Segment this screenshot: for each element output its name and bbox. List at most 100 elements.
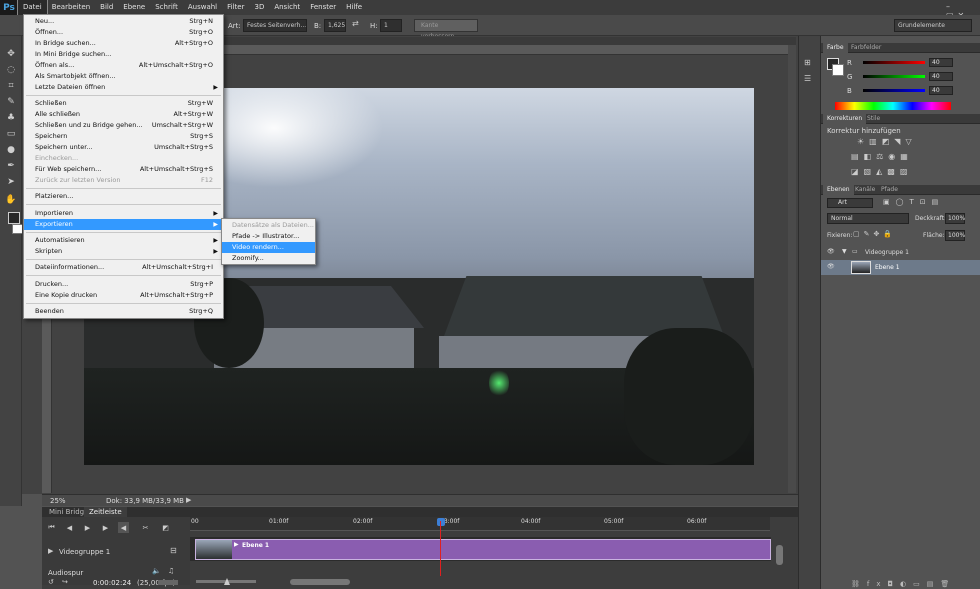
width-input[interactable]: 1,625 <box>324 19 346 32</box>
adjustment-icons-row2[interactable]: ▤◧⚖◉▦ <box>851 152 933 162</box>
submenu-item-paths-illustrator[interactable]: Pfade -> Illustrator... <box>222 231 315 242</box>
tab-channels[interactable]: Kanäle <box>851 185 879 195</box>
tab-styles[interactable]: Stile <box>863 114 884 124</box>
lasso-tool-icon[interactable]: ◌ <box>4 64 18 76</box>
height-input[interactable]: 1 <box>380 19 402 32</box>
blue-slider[interactable] <box>863 89 925 92</box>
adjustment-icons-row3[interactable]: ◪▧◭▩▨ <box>851 167 933 177</box>
blur-tool-icon[interactable]: ● <box>4 144 18 156</box>
opacity-input[interactable]: 100% <box>945 213 965 224</box>
menu-item-browse-mini-bridge[interactable]: In Mini Bridge suchen... <box>24 49 223 60</box>
menu-item-automate[interactable]: Automatisieren ▶ <box>24 235 223 246</box>
play-icon[interactable]: ▶ <box>82 522 93 533</box>
menu-item-new[interactable]: Neu... Strg+N <box>24 16 223 27</box>
convert-icon[interactable]: ↪ <box>62 578 68 586</box>
tab-layers[interactable]: Ebenen <box>823 185 854 195</box>
visibility-eye-icon[interactable]: 👁 <box>827 248 835 255</box>
stamp-tool-icon[interactable]: ♣ <box>4 112 18 124</box>
red-value[interactable]: 40 <box>929 58 953 67</box>
tab-paths[interactable]: Pfade <box>877 185 902 195</box>
mute-icon[interactable]: 🔈 <box>152 567 161 575</box>
menu-auswahl[interactable]: Auswahl <box>183 0 222 15</box>
menu-ansicht[interactable]: Ansicht <box>269 0 305 15</box>
menu-item-import[interactable]: Importieren ▶ <box>24 208 223 219</box>
menu-bearbeiten[interactable]: Bearbeiten <box>47 0 95 15</box>
menu-item-save-for-web[interactable]: Für Web speichern... Alt+Umschalt+Strg+S <box>24 164 223 175</box>
blue-value[interactable]: 40 <box>929 86 953 95</box>
menu-item-open[interactable]: Öffnen... Strg+O <box>24 27 223 38</box>
layer-row-group[interactable]: 👁 ▼ ▭ Videogruppe 1 <box>821 246 980 260</box>
group-expand-icon[interactable]: ▶ <box>48 547 53 555</box>
menu-item-close[interactable]: Schließen Strg+W <box>24 98 223 109</box>
prev-frame-icon[interactable]: ◀ <box>64 522 75 533</box>
timeline-ruler[interactable]: 00 01:00f 02:00f 03:00f 04:00f 05:00f 06… <box>190 517 770 531</box>
swap-icon[interactable]: ⇄ <box>352 19 359 28</box>
menu-schrift[interactable]: Schrift <box>150 0 183 15</box>
timeline-vertical-scrollbar[interactable] <box>776 545 783 565</box>
menu-item-open-smart-object[interactable]: Als Smartobjekt öffnen... <box>24 71 223 82</box>
clip-expand-icon[interactable]: ▶ <box>234 541 239 548</box>
next-frame-icon[interactable]: ▶ <box>100 522 111 533</box>
layers-footer-icons[interactable]: ⛓fx◘◐▭▤🗑 <box>851 580 979 588</box>
menu-item-print[interactable]: Drucken... Strg+P <box>24 279 223 290</box>
menu-item-print-copy[interactable]: Eine Kopie drucken Alt+Umschalt+Strg+P <box>24 290 223 301</box>
selection-tool-icon[interactable]: ➤ <box>4 176 18 188</box>
menu-hilfe[interactable]: Hilfe <box>341 0 367 15</box>
menu-item-save[interactable]: Speichern Strg+S <box>24 131 223 142</box>
playhead[interactable] <box>440 521 441 576</box>
window-controls[interactable]: –▢✕ <box>946 2 976 20</box>
tab-timeline[interactable]: Zeitleiste <box>84 507 127 517</box>
menu-bild[interactable]: Bild <box>95 0 118 15</box>
submenu-item-zoomify[interactable]: Zoomify... <box>222 253 315 264</box>
menu-item-close-go-bridge[interactable]: Schließen und zu Bridge gehen... Umschalt… <box>24 120 223 131</box>
menu-item-scripts[interactable]: Skripten ▶ <box>24 246 223 257</box>
bg-color-chip[interactable] <box>832 64 844 76</box>
menu-datei[interactable]: Datei <box>17 0 48 16</box>
group-collapse-icon[interactable]: ▼ <box>842 248 847 255</box>
music-icon[interactable]: ♫ <box>168 567 174 575</box>
pen-tool-icon[interactable]: ✒ <box>4 160 18 172</box>
adjustment-icons-row1[interactable]: ☀▥◩◥▽ <box>857 137 927 147</box>
first-frame-icon[interactable]: ⏮ <box>46 522 57 533</box>
eraser-tool-icon[interactable]: ▭ <box>4 128 18 140</box>
status-menu-arrow-icon[interactable]: ▶ <box>186 496 191 504</box>
playhead-handle[interactable] <box>437 518 445 526</box>
blend-mode-select[interactable]: Normal <box>827 213 909 224</box>
refine-edge-button[interactable]: Kante verbessern... <box>414 19 478 40</box>
audio-toggle-icon[interactable]: ◀ <box>118 522 129 533</box>
move-tool-icon[interactable]: ✥ <box>4 48 18 60</box>
menu-item-export[interactable]: Exportieren ▶ <box>24 219 223 230</box>
crop-tool-icon[interactable]: ⌗ <box>4 80 18 92</box>
layer-filter-select[interactable]: Art <box>827 198 873 208</box>
menu-item-close-all[interactable]: Alle schließen Alt+Strg+W <box>24 109 223 120</box>
menu-item-recent[interactable]: Letzte Dateien öffnen ▶ <box>24 82 223 93</box>
menu-item-open-as[interactable]: Öffnen als... Alt+Umschalt+Strg+O <box>24 60 223 71</box>
canvas-scrollbar[interactable] <box>788 45 796 493</box>
menu-item-save-as[interactable]: Speichern unter... Umschalt+Strg+S <box>24 142 223 153</box>
layer-row-selected[interactable]: 👁 Ebene 1 <box>821 260 980 275</box>
menu-item-place[interactable]: Platzieren... <box>24 191 223 202</box>
film-options-icon[interactable]: ⊟ <box>170 546 177 555</box>
split-scissors-icon[interactable]: ✂ <box>140 522 151 533</box>
menu-item-browse-bridge[interactable]: In Bridge suchen... Alt+Strg+O <box>24 38 223 49</box>
green-slider[interactable] <box>863 75 925 78</box>
menu-filter[interactable]: Filter <box>222 0 249 15</box>
submenu-item-render-video[interactable]: Video rendern... <box>222 242 315 253</box>
menu-fenster[interactable]: Fenster <box>305 0 341 15</box>
green-value[interactable]: 40 <box>929 72 953 81</box>
tab-color[interactable]: Farbe <box>823 43 848 53</box>
foreground-color-swatch[interactable] <box>8 212 20 224</box>
color-spectrum[interactable] <box>835 102 951 110</box>
layer-filter-icons[interactable]: ▣◯T⊡▤ <box>883 198 953 208</box>
timeline-horizontal-scrollbar[interactable] <box>290 579 350 585</box>
menu-item-exit[interactable]: Beenden Strg+Q <box>24 306 223 317</box>
menu-3d[interactable]: 3D <box>249 0 269 15</box>
zoom-level[interactable]: 25% <box>50 497 66 505</box>
render-icon[interactable]: ↺ <box>48 578 54 586</box>
fill-input[interactable]: 100% <box>945 230 965 241</box>
zoom-out-icon[interactable] <box>158 580 178 585</box>
tab-swatches[interactable]: Farbfelder <box>847 43 885 53</box>
art-select[interactable]: Festes Seitenverh... <box>243 19 307 32</box>
timeline-clip[interactable]: ▶ Ebene 1 <box>195 539 771 560</box>
red-slider[interactable] <box>863 61 925 64</box>
